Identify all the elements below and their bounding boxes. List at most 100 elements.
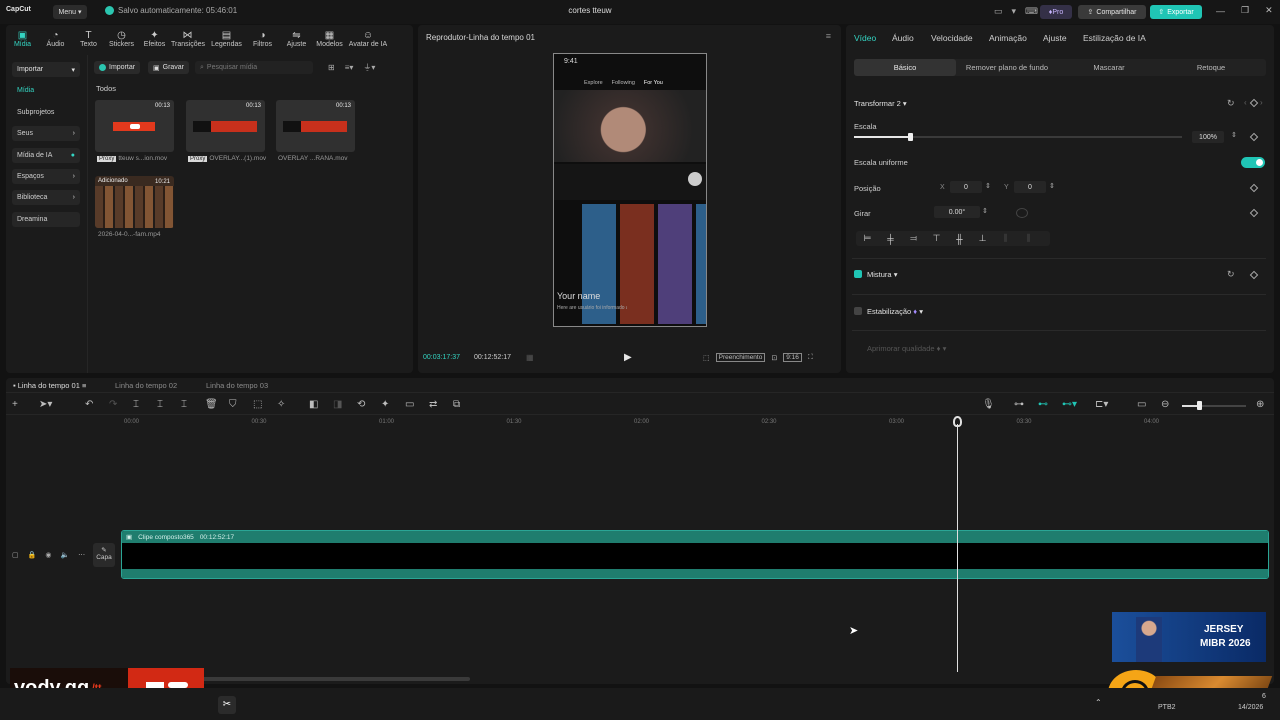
share-button[interactable]: ⇪ Compartilhar — [1078, 5, 1146, 19]
tab-text[interactable]: T Texto — [72, 30, 105, 48]
tab-templates[interactable]: ▦ Modelos — [313, 30, 346, 48]
align-bottom-icon[interactable]: ⊥ — [971, 233, 994, 244]
split-left-icon[interactable]: ⌶ — [157, 399, 163, 410]
capcut-taskbar-icon[interactable]: ✂ — [218, 696, 236, 714]
sidebar-item-subprojects[interactable]: Subprojetos — [12, 105, 80, 120]
zoom-in-icon[interactable]: ⊕ — [1256, 399, 1264, 410]
align-top-icon[interactable]: ⊤ — [925, 233, 948, 244]
reset-icon[interactable]: ↻ — [1227, 98, 1235, 109]
stepper-icon[interactable]: ⇕ — [1231, 131, 1237, 139]
subtab-basic[interactable]: Básico — [854, 59, 956, 76]
snapshot-icon[interactable]: ⊡ — [771, 354, 777, 362]
fullscreen-icon[interactable]: ⛶ — [808, 354, 813, 362]
align-right-icon[interactable]: ⫤ — [902, 233, 925, 244]
rotate-input[interactable]: 0.00° — [934, 206, 980, 218]
align-left-icon[interactable]: ⊨ — [856, 233, 879, 244]
tab-video[interactable]: Vídeo — [854, 33, 876, 43]
sidebar-item-media[interactable]: Mídia — [12, 83, 80, 98]
import-button[interactable]: Importar — [94, 61, 141, 74]
minimize-icon[interactable]: — — [1216, 6, 1225, 16]
sidebar-item-spaces[interactable]: Espaços › — [12, 169, 80, 184]
tab-ai-style[interactable]: Estilização de IA — [1083, 33, 1146, 43]
sidebar-item-ai-media[interactable]: Mídia de IA ● — [12, 148, 80, 163]
blend-checkbox[interactable] — [854, 270, 862, 278]
grid-view-icon[interactable]: ⊞ — [328, 63, 335, 72]
tab-transition[interactable]: ⋈ Transições — [171, 30, 205, 48]
microphone-icon[interactable]: 🎙 — [982, 399, 995, 410]
zoom-slider-handle[interactable] — [1197, 401, 1202, 410]
pro-button[interactable]: ♦ Pro — [1040, 5, 1072, 19]
align-center-icon[interactable]: ╪ — [879, 234, 902, 244]
chevron-down-icon[interactable]: ▾ — [1012, 6, 1017, 17]
media-item-4[interactable]: Adicionado 10:21 — [95, 176, 174, 228]
eye-icon[interactable]: ◉ — [45, 551, 51, 559]
cover-button[interactable]: ✎ Capa — [93, 543, 115, 567]
zoom-out-icon[interactable]: ⊖ — [1161, 399, 1169, 410]
rotate-icon[interactable]: ⟲ — [357, 399, 365, 410]
more-icon[interactable]: ⋯ — [78, 551, 85, 559]
snap-icon[interactable]: ⊷▾ — [1062, 399, 1077, 410]
playhead-handle[interactable] — [953, 416, 962, 427]
tab-avatar[interactable]: ☺ Avatar de IA — [346, 30, 390, 48]
split-icon[interactable]: ⌶ — [133, 399, 139, 410]
composite-clip[interactable]: ▣ Clipe composto365 00:12:52:17 — [121, 530, 1269, 579]
split-right-icon[interactable]: ⌶ — [181, 399, 187, 410]
tab-animation[interactable]: Animação — [989, 33, 1027, 43]
subtab-remove-bg[interactable]: Remover plano de fundo — [956, 63, 1058, 72]
sort-icon[interactable]: ≡▾ — [345, 63, 354, 72]
search-input[interactable]: ⌕ Pesquisar mídia — [195, 61, 313, 74]
redo-icon[interactable]: ↷ — [109, 399, 117, 410]
tab-filter[interactable]: ◑ Filtros — [246, 30, 279, 48]
distribute-h-icon[interactable]: ⫼ — [994, 233, 1017, 244]
subtab-mask[interactable]: Mascarar — [1058, 63, 1160, 72]
marker-icon[interactable]: ⛉ — [229, 399, 237, 410]
media-item-2[interactable]: 00:13 — [186, 100, 265, 152]
timecode-grid-icon[interactable]: ▦ — [526, 353, 534, 362]
layout-icon[interactable]: ▭ — [994, 6, 1003, 17]
tab-adjust[interactable]: Ajuste — [1043, 33, 1067, 43]
sidebar-item-library[interactable]: Biblioteca › — [12, 190, 80, 205]
tab-timeline-02[interactable]: Linha do tempo 02 — [115, 381, 177, 390]
sidebar-item-yours[interactable]: Seus › — [12, 126, 80, 141]
tab-captions[interactable]: ▤ Legendas — [210, 30, 243, 48]
stepper-icon[interactable]: ⇕ — [982, 207, 988, 215]
position-x-input[interactable]: 0 — [950, 181, 982, 193]
delete-icon[interactable]: 🗑 — [205, 399, 218, 410]
transform-header[interactable]: Transformar 2 ▾ — [854, 99, 907, 108]
uniform-scale-toggle[interactable] — [1241, 157, 1265, 168]
tab-audio[interactable]: Áudio — [892, 33, 914, 43]
record-button[interactable]: ▣ Gravar — [148, 61, 190, 74]
tab-timeline-03[interactable]: Linha do tempo 03 — [206, 381, 268, 390]
keyframe-prev-icon[interactable]: ‹ — [1244, 98, 1247, 107]
tab-timeline-01[interactable]: ▪ Linha do tempo 01 ≡ — [13, 381, 86, 390]
sidebar-item-import[interactable]: Importar ▾ — [12, 62, 80, 77]
media-item-3[interactable]: 00:13 — [276, 100, 355, 152]
playhead-line[interactable] — [957, 424, 958, 672]
mirror-icon[interactable]: ◧ — [309, 399, 318, 410]
preview-axis-icon[interactable]: ⊏▾ — [1095, 399, 1108, 410]
replace-icon[interactable]: ⇄ — [429, 399, 437, 410]
stepper-icon[interactable]: ⇕ — [1049, 182, 1055, 190]
tab-speed[interactable]: Velocidade — [931, 33, 973, 43]
project-title[interactable]: cortes tteuw — [540, 6, 640, 15]
speaker-icon[interactable]: 🔈 — [60, 551, 69, 559]
tab-adjust[interactable]: ⇋ Ajuste — [280, 30, 313, 48]
language-indicator[interactable]: PTB2 — [1158, 704, 1176, 711]
scale-value[interactable]: 100% — [1192, 131, 1224, 143]
tab-effects[interactable]: ✦ Efeitos — [138, 30, 171, 48]
crop-icon[interactable]: ⬚ — [703, 354, 710, 362]
select-tool-icon[interactable]: ➤▾ — [39, 399, 52, 410]
position-y-input[interactable]: 0 — [1014, 181, 1046, 193]
reset-icon[interactable]: ↻ — [1227, 269, 1235, 280]
maximize-icon[interactable]: ❐ — [1241, 5, 1249, 16]
chevron-up-icon[interactable]: ⌃ — [1095, 698, 1102, 707]
magic-icon[interactable]: ✦ — [381, 399, 389, 410]
distribute-v-icon[interactable]: ⫼ — [1017, 233, 1040, 244]
magnet-icon[interactable]: ⊷ — [1038, 399, 1048, 410]
caption-icon[interactable]: ▭ — [405, 399, 414, 410]
tab-audio[interactable]: ◔ Áudio — [39, 30, 72, 48]
fit-icon[interactable]: ▭ — [1137, 399, 1146, 410]
ratio-button[interactable]: 9:16 — [783, 353, 802, 362]
link-icon[interactable]: ⊶ — [1014, 399, 1024, 410]
undo-icon[interactable]: ↶ — [85, 399, 93, 410]
